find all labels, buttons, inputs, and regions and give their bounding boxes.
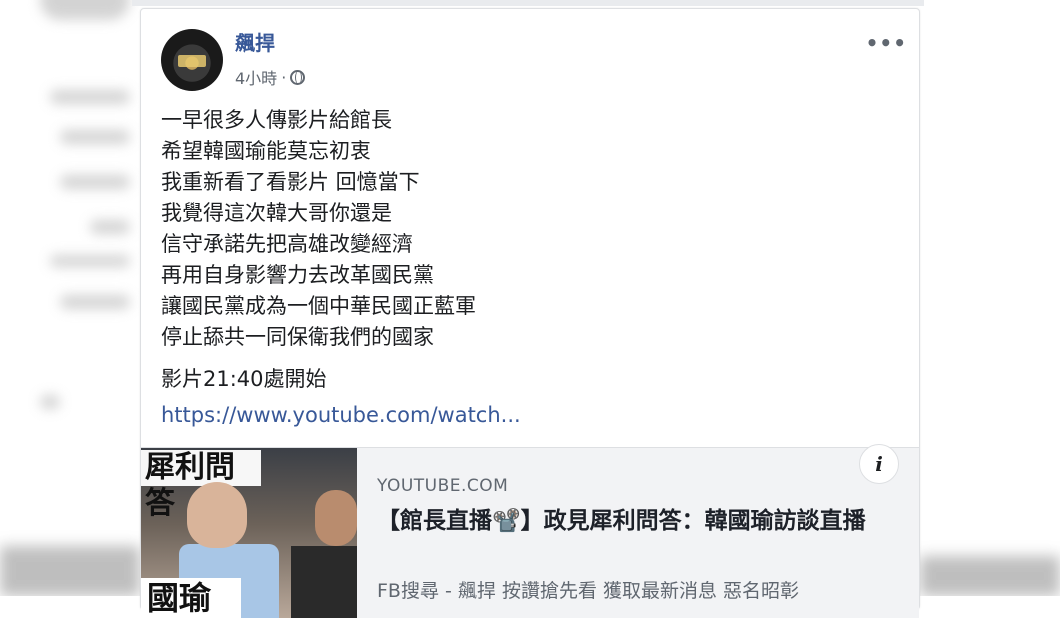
preview-description: FB搜尋 - 飆捍 按讚搶先看 獲取最新消息 惡名昭彰 — [377, 580, 800, 602]
post-line: 我覺得這次韓大哥你還是 — [161, 201, 392, 225]
feed-divider — [132, 0, 924, 6]
post-line: 一早很多人傳影片給館長 — [161, 108, 392, 132]
video-thumbnail[interactable]: 犀利問答 國瑜 — [141, 448, 357, 618]
youtube-link[interactable]: https://www.youtube.com/watch... — [161, 403, 521, 427]
more-options-icon[interactable]: ••• — [866, 31, 907, 55]
post-line: 讓國民黨成為一個中華民國正藍軍 — [161, 294, 476, 318]
post-line: 我重新看了看影片 回憶當下 — [161, 170, 420, 194]
globe-icon — [290, 69, 306, 85]
video-start-note: 影片21:40處開始 — [161, 367, 327, 391]
link-preview[interactable]: 犀利問答 國瑜 i YOUTUBE.COM 【館長直播📽️】政見犀利問答：韓國瑜… — [141, 444, 919, 618]
post-line: 停止舔共一同保衛我們的國家 — [161, 325, 434, 349]
preview-title[interactable]: 【館長直播📽️】政見犀利問答：韓國瑜訪談直播 — [377, 506, 907, 537]
post-line: 再用自身影響力去改革國民黨 — [161, 263, 434, 287]
post-line: 希望韓國瑜能莫忘初衷 — [161, 139, 371, 163]
facebook-post-card: 飆捍 4小時 · ••• 一早很多人傳影片給館長 希望韓國瑜能莫忘初衷 我重新看… — [140, 8, 920, 618]
thumbnail-banner-text: 犀利問答 — [141, 450, 261, 521]
author-name[interactable]: 飆捍 — [235, 27, 275, 56]
post-time[interactable]: 4小時 — [235, 65, 277, 89]
post-meta: 4小時 · — [235, 65, 306, 89]
avatar[interactable] — [161, 29, 223, 91]
meta-separator: · — [281, 67, 287, 87]
post-body: 一早很多人傳影片給館長 希望韓國瑜能莫忘初衷 我重新看了看影片 回憶當下 我覺得… — [161, 105, 476, 353]
background-left-blur — [0, 0, 140, 596]
info-icon[interactable]: i — [859, 444, 899, 484]
preview-domain: YOUTUBE.COM — [377, 476, 509, 496]
post-line: 信守承諾先把高雄改變經濟 — [161, 232, 413, 256]
thumbnail-caption-text: 國瑜 — [141, 578, 241, 618]
